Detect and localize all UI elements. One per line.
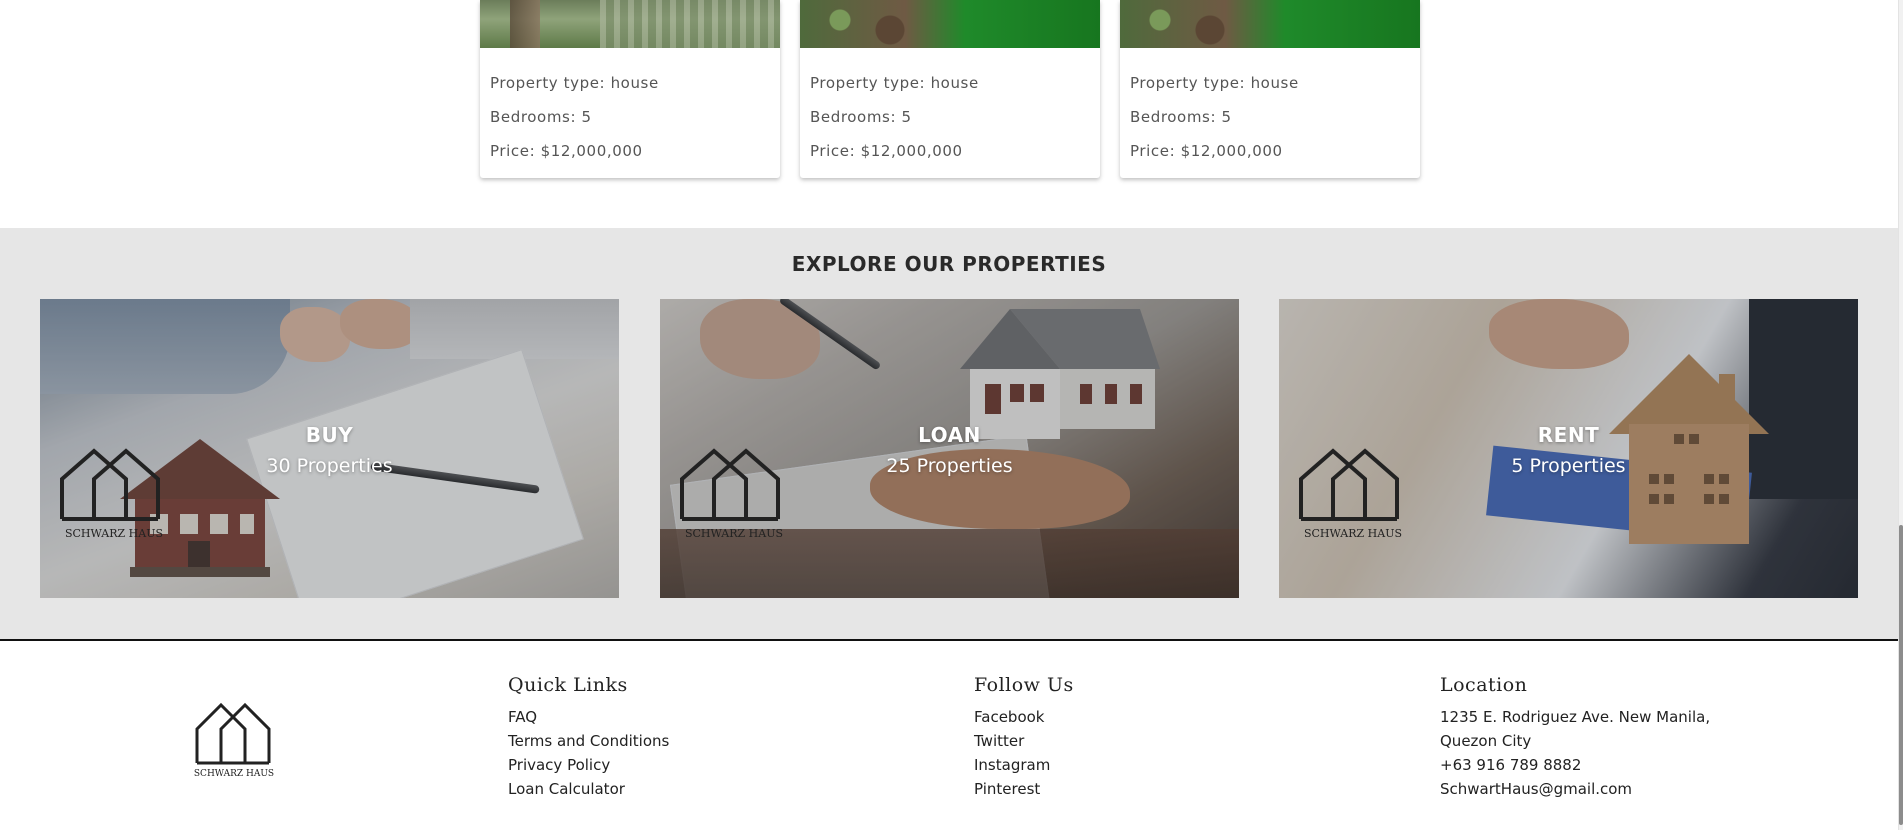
property-image[interactable] <box>480 0 780 48</box>
property-price: Price: $12,000,000 <box>1130 142 1283 160</box>
tile-title: LOAN <box>918 423 981 447</box>
property-cards-row: Property type: house Bedrooms: 5 Price: … <box>480 0 1420 178</box>
terms-link[interactable]: Terms and Conditions <box>508 729 669 753</box>
follow-us-column: Follow Us Facebook Twitter Instagram Pin… <box>974 671 1074 801</box>
property-bedrooms: Bedrooms: 5 <box>490 108 592 126</box>
tile-count: 30 Properties <box>266 455 393 477</box>
scrollbar-thumb[interactable] <box>1899 525 1903 825</box>
email-address: SchwartHaus@gmail.com <box>1440 780 1633 798</box>
explore-section: EXPLORE OUR PROPERTIES SCHWARZ HAUS BUY … <box>0 228 1898 639</box>
pinterest-link[interactable]: Pinterest <box>974 777 1074 801</box>
explore-title: EXPLORE OUR PROPERTIES <box>791 252 1107 276</box>
buy-tile[interactable]: SCHWARZ HAUS BUY 30 Properties <box>40 299 619 598</box>
loan-tile[interactable]: SCHWARZ HAUS LOAN 25 Properties <box>660 299 1239 598</box>
tile-count: 5 Properties <box>1511 455 1626 477</box>
page-scrollbar[interactable] <box>1898 0 1903 830</box>
footer-logo-text: SCHWARZ HAUS <box>193 769 275 779</box>
quick-links-heading: Quick Links <box>508 674 628 696</box>
tile-count: 25 Properties <box>886 455 1013 477</box>
property-type: Property type: house <box>490 74 659 92</box>
phone-number: +63 916 789 8882 <box>1440 756 1582 774</box>
instagram-link[interactable]: Instagram <box>974 753 1074 777</box>
facebook-link[interactable]: Facebook <box>974 705 1074 729</box>
address-line-1: 1235 E. Rodriguez Ave. New Manila, <box>1440 708 1711 726</box>
address-line-2: Quezon City <box>1440 732 1532 750</box>
property-type: Property type: house <box>810 74 979 92</box>
location-heading: Location <box>1440 674 1528 696</box>
property-bedrooms: Bedrooms: 5 <box>810 108 912 126</box>
footer-logo[interactable]: SCHWARZ HAUS <box>193 699 275 781</box>
property-price: Price: $12,000,000 <box>490 142 643 160</box>
property-image[interactable] <box>800 0 1100 48</box>
quick-links-column: Quick Links FAQ Terms and Conditions Pri… <box>508 671 669 801</box>
property-card[interactable]: Property type: house Bedrooms: 5 Price: … <box>1120 0 1420 178</box>
property-image[interactable] <box>1120 0 1420 48</box>
property-type: Property type: house <box>1130 74 1299 92</box>
tile-title: RENT <box>1537 423 1600 447</box>
tile-title: BUY <box>305 423 354 447</box>
logo-text: SCHWARZ HAUS <box>1303 527 1402 540</box>
property-card[interactable]: Property type: house Bedrooms: 5 Price: … <box>800 0 1100 178</box>
logo-text: SCHWARZ HAUS <box>684 527 783 540</box>
property-bedrooms: Bedrooms: 5 <box>1130 108 1232 126</box>
follow-us-heading: Follow Us <box>974 674 1074 696</box>
property-price: Price: $12,000,000 <box>810 142 963 160</box>
twitter-link[interactable]: Twitter <box>974 729 1074 753</box>
logo-text: SCHWARZ HAUS <box>64 527 163 540</box>
footer: SCHWARZ HAUS Quick Links FAQ Terms and C… <box>0 639 1898 830</box>
location-column: Location 1235 E. Rodriguez Ave. New Mani… <box>1440 671 1710 801</box>
property-card[interactable]: Property type: house Bedrooms: 5 Price: … <box>480 0 780 178</box>
faq-link[interactable]: FAQ <box>508 705 669 729</box>
privacy-link[interactable]: Privacy Policy <box>508 753 669 777</box>
rent-tile[interactable]: SCHWARZ HAUS RENT 5 Properties <box>1279 299 1858 598</box>
loan-calculator-link[interactable]: Loan Calculator <box>508 777 669 801</box>
